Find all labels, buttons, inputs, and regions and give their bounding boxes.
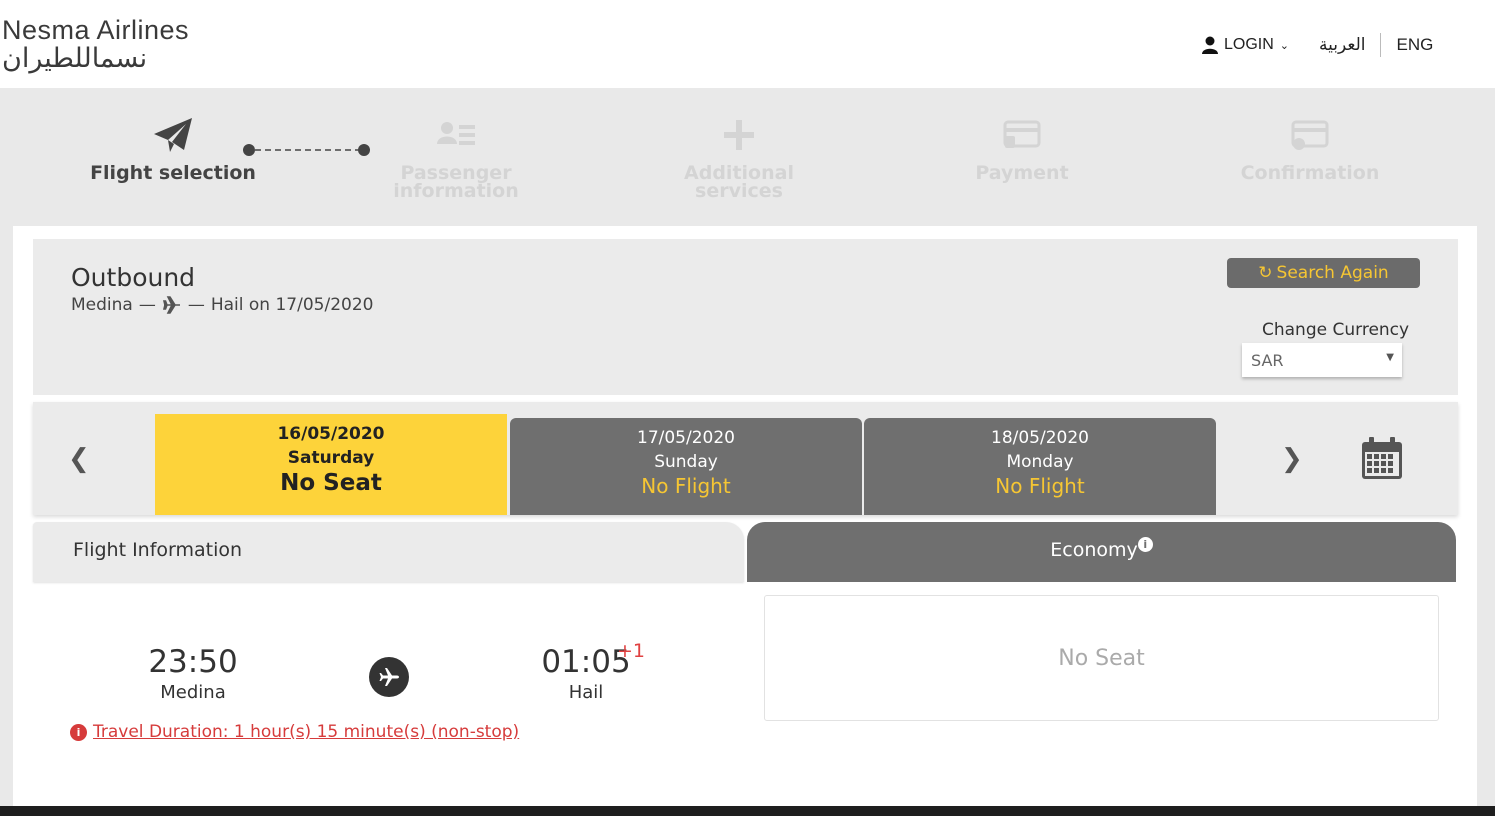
login-menu[interactable]: LOGIN ⌄ (1200, 35, 1289, 55)
outbound-summary: Outbound Medina — — Hail on 17/05/2020 ↻… (33, 239, 1458, 395)
route-dash: — (187, 295, 205, 315)
airplane-icon (379, 668, 399, 686)
currency-label: Change Currency (1262, 320, 1410, 340)
seat-status-text: No Seat (1058, 645, 1145, 671)
previous-dates-chevron-icon[interactable]: ❮ (68, 444, 90, 474)
step-label: Additional services (684, 162, 794, 202)
language-english-link[interactable]: ENG (1396, 35, 1433, 55)
step-passenger-information: Passenger information (356, 116, 556, 202)
date-tab[interactable]: 18/05/2020 Monday No Flight (864, 418, 1216, 515)
chevron-down-icon: ⌄ (1279, 39, 1290, 52)
language-arabic-link[interactable]: العربية (1319, 35, 1365, 55)
calendar-icon[interactable] (1361, 436, 1403, 480)
outbound-title: Outbound (71, 263, 196, 292)
currency-value: SAR (1251, 350, 1284, 370)
alert-info-icon: i (70, 723, 87, 741)
departure-time: 23:50 (148, 644, 238, 680)
plus-icon (724, 120, 754, 150)
currency-select[interactable]: SAR ▼ (1242, 343, 1402, 377)
confirmation-card-icon (1291, 120, 1329, 150)
search-again-button[interactable]: ↻ Search Again (1227, 258, 1420, 288)
step-additional-services: Additional services (639, 116, 839, 202)
travel-duration: i Travel Duration: 1 hour(s) 15 minute(s… (70, 722, 519, 742)
flight-information-title: Flight Information (73, 539, 243, 561)
step-confirmation: Confirmation (1210, 116, 1410, 184)
route-origin: Medina (71, 295, 133, 315)
date-tab[interactable]: 17/05/2020 Sunday No Flight (510, 418, 862, 515)
economy-seat-status: No Seat (764, 595, 1439, 721)
payment-card-icon (1003, 120, 1041, 148)
arrival-day-offset: +1 (617, 640, 646, 662)
date-selector: ❮ 16/05/2020 Saturday No Seat 17/05/2020… (33, 402, 1458, 515)
economy-label: Economy (1050, 539, 1138, 561)
airplane-circle-icon (369, 657, 409, 697)
route-summary: Medina — — Hail on 17/05/2020 (71, 295, 373, 315)
step-label: Confirmation (1240, 162, 1380, 184)
logo-text-ar: نسماللطيران (2, 43, 148, 74)
user-icon (1202, 36, 1218, 54)
dropdown-arrow-icon: ▼ (1386, 352, 1394, 363)
airplane-icon (162, 296, 180, 314)
step-label: Flight selection (90, 162, 256, 184)
date-tab-selected[interactable]: 16/05/2020 Saturday No Seat (155, 414, 507, 515)
step-payment: Payment (922, 116, 1122, 184)
header: Nesma Airlines نسماللطيران LOGIN ⌄ العرب… (0, 0, 1495, 88)
economy-title: Economy i (747, 537, 1456, 561)
refresh-icon: ↻ (1258, 263, 1273, 283)
date-tab-status: No Seat (280, 470, 382, 496)
route-destination: Hail on 17/05/2020 (210, 295, 374, 315)
date-tab-date: 16/05/2020 (277, 424, 385, 444)
nesma-logo[interactable]: Nesma Airlines نسماللطيران (2, 16, 257, 76)
date-tab-day: Monday (1006, 452, 1074, 472)
date-tab-status: No Flight (641, 474, 731, 498)
paper-plane-icon (154, 118, 192, 152)
login-label: LOGIN (1224, 36, 1274, 53)
departure-city: Medina (160, 682, 226, 703)
arrival-city: Hail (568, 682, 604, 703)
passenger-card-icon (437, 122, 475, 145)
logo-text-en: Nesma Airlines (2, 15, 190, 45)
header-nav: LOGIN ⌄ العربية ENG (1200, 32, 1433, 58)
date-tab-date: 17/05/2020 (637, 428, 735, 448)
date-tab-day: Sunday (654, 452, 718, 472)
footer-bar (0, 806, 1495, 816)
step-label: Passenger information (393, 162, 519, 202)
language-divider (1380, 33, 1382, 57)
info-icon[interactable]: i (1137, 537, 1153, 552)
booking-steps: Flight selection Passenger information A… (0, 88, 1495, 226)
economy-class-header[interactable]: Economy i (747, 522, 1456, 582)
next-dates-chevron-icon[interactable]: ❯ (1281, 444, 1303, 474)
date-tab-day: Saturday (287, 448, 375, 468)
step-label: Payment (975, 162, 1069, 184)
route-dash: — (138, 295, 156, 315)
date-tab-date: 18/05/2020 (991, 428, 1089, 448)
flight-results-card: Outbound Medina — — Hail on 17/05/2020 ↻… (13, 226, 1477, 816)
search-again-label: Search Again (1276, 263, 1389, 283)
date-tab-status: No Flight (995, 474, 1085, 498)
travel-duration-link[interactable]: Travel Duration: 1 hour(s) 15 minute(s) … (93, 722, 519, 742)
flight-information-header: Flight Information (33, 522, 744, 582)
step-progress-line (243, 144, 370, 156)
